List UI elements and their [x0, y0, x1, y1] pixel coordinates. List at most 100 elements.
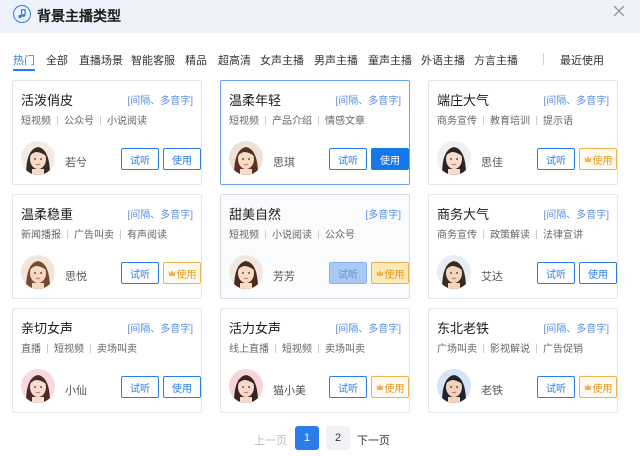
voice-actor-name: 艾达 — [481, 271, 503, 283]
avatar — [229, 369, 263, 403]
use-button[interactable]: 使用 — [163, 262, 201, 284]
pagination: 上一页 1 2 下一页 — [0, 426, 640, 450]
vip-crown-icon — [376, 383, 384, 391]
voice-card[interactable]: 温柔稳重 [间隔、多音字] 新闻播报 广告叫卖 有声阅读 思悦 试听 使用 — [12, 194, 202, 299]
use-case-tags: 短视频 产品介绍 情感文章 — [229, 112, 365, 127]
preview-button[interactable]: 试听 — [329, 148, 367, 170]
tag-separator — [120, 230, 121, 239]
preview-button[interactable]: 试听 — [537, 262, 575, 284]
voice-card[interactable]: 端庄大气 [间隔、多音字] 商务宣传 教育培训 提示语 思佳 试听 使用 — [428, 80, 618, 185]
tab-dialect-voice[interactable]: 方言主播 — [474, 52, 518, 68]
preview-button[interactable]: 试听 — [329, 376, 367, 398]
use-button-label: 使用 — [384, 383, 405, 395]
preview-button[interactable]: 试听 — [329, 262, 367, 284]
use-case-tag: 短视频 — [21, 116, 51, 127]
use-case-tag: 有声阅读 — [127, 230, 167, 241]
page-1-button[interactable]: 1 — [295, 426, 319, 450]
tab-hot[interactable]: 热门 — [13, 52, 35, 68]
use-case-tag: 直播 — [21, 344, 41, 355]
voice-actor-name: 思佳 — [481, 157, 503, 169]
use-button[interactable]: 使用 — [579, 148, 617, 170]
use-case-tags: 短视频 小说阅读 公众号 — [229, 226, 355, 241]
avatar — [437, 255, 471, 289]
voice-card[interactable]: 商务大气 [间隔、多音字] 商务宣传 政策解读 法律宣讲 艾达 试听 使用 — [428, 194, 618, 299]
tag-separator — [90, 344, 91, 353]
tab-recent[interactable]: 最近使用 — [560, 52, 604, 68]
use-button[interactable]: 使用 — [371, 262, 409, 284]
avatar — [21, 255, 55, 289]
prev-page-link[interactable]: 上一页 — [254, 432, 287, 448]
use-button[interactable]: 使用 — [371, 376, 409, 398]
tab-male-voice[interactable]: 男声主播 — [314, 52, 358, 68]
dialog-title: 背景主播类型 — [37, 8, 121, 24]
preview-button[interactable]: 试听 — [537, 148, 575, 170]
close-icon[interactable] — [610, 2, 628, 20]
use-button[interactable]: 使用 — [163, 376, 201, 398]
vip-crown-icon — [584, 383, 592, 391]
feature-note: [间隔、多音字] — [335, 96, 401, 107]
use-case-tag: 短视频 — [229, 116, 259, 127]
use-case-tag: 短视频 — [229, 230, 259, 241]
vip-crown-icon — [376, 269, 384, 277]
voice-card[interactable]: 温柔年轻 [间隔、多音字] 短视频 产品介绍 情感文章 思琪 试听 使用 — [220, 80, 410, 185]
tab-all[interactable]: 全部 — [46, 52, 68, 68]
voice-card[interactable]: 东北老铁 [间隔、多音字] 广场叫卖 影视解说 广告促销 老铁 试听 使用 — [428, 308, 618, 413]
tag-separator — [318, 116, 319, 125]
use-case-tag: 商务宣传 — [437, 230, 477, 241]
use-case-tag: 卖场叫卖 — [325, 344, 365, 355]
use-case-tag: 法律宣讲 — [543, 230, 583, 241]
page-2-button[interactable]: 2 — [326, 426, 350, 450]
use-case-tags: 新闻播报 广告叫卖 有声阅读 — [21, 226, 167, 241]
voice-actor-name: 猫小美 — [273, 385, 306, 397]
use-button-label: 使用 — [592, 155, 613, 167]
music-note-icon — [13, 5, 31, 23]
use-case-tag: 短视频 — [282, 344, 312, 355]
feature-note: [间隔、多音字] — [335, 324, 401, 335]
tab-female-voice[interactable]: 女声主播 — [260, 52, 304, 68]
voice-card[interactable]: 亲切女声 [间隔、多音字] 直播 短视频 卖场叫卖 小仙 试听 使用 — [12, 308, 202, 413]
tag-separator — [483, 230, 484, 239]
tag-separator — [67, 230, 68, 239]
use-button[interactable]: 使用 — [371, 148, 409, 170]
tab-smart-service[interactable]: 智能客服 — [131, 52, 175, 68]
avatar — [229, 141, 263, 175]
preview-button[interactable]: 试听 — [121, 376, 159, 398]
use-case-tags: 商务宣传 教育培训 提示语 — [437, 112, 573, 127]
voice-card[interactable]: 活力女声 [间隔、多音字] 线上直播 短视频 卖场叫卖猫小美 试听 使用 — [220, 308, 410, 413]
tag-separator — [265, 230, 266, 239]
voice-style-name: 活力女声 — [229, 321, 282, 336]
tab-premium[interactable]: 精品 — [185, 52, 207, 68]
voice-actor-name: 小仙 — [65, 385, 87, 397]
voice-actor-name: 若兮 — [65, 157, 87, 169]
use-case-tag: 小说阅读 — [107, 116, 147, 127]
use-button[interactable]: 使用 — [163, 148, 201, 170]
preview-button[interactable]: 试听 — [121, 262, 159, 284]
preview-button[interactable]: 试听 — [537, 376, 575, 398]
use-button[interactable]: 使用 — [579, 376, 617, 398]
use-button-label: 使用 — [176, 269, 197, 281]
use-case-tag: 线上直播 — [229, 344, 269, 355]
active-tab-indicator — [13, 69, 35, 71]
use-button[interactable]: 使用 — [579, 262, 617, 284]
use-case-tag: 广场叫卖 — [437, 344, 477, 355]
next-page-link[interactable]: 下一页 — [357, 432, 390, 448]
tab-ultra-hd[interactable]: 超高清 — [218, 52, 251, 68]
voice-style-name: 活泼俏皮 — [21, 93, 74, 108]
use-case-tag: 情感文章 — [325, 116, 365, 127]
avatar — [21, 369, 55, 403]
voice-style-name: 亲切女声 — [21, 321, 74, 336]
tag-separator — [536, 230, 537, 239]
voice-actor-name: 思琪 — [273, 157, 295, 169]
use-case-tag: 卖场叫卖 — [97, 344, 137, 355]
use-case-tags: 直播 短视频 卖场叫卖 — [21, 340, 137, 355]
category-tabs: 热门 全部 直播场景 智能客服 精品 超高清 女声主播 男声主播 童声主播 外语… — [0, 44, 640, 72]
tab-live-scene[interactable]: 直播场景 — [79, 52, 123, 68]
tab-child-voice[interactable]: 童声主播 — [368, 52, 412, 68]
voice-card[interactable]: 活泼俏皮 [间隔、多音字] 短视频 公众号 小说阅读 若兮 试听 使用 — [12, 80, 202, 185]
use-case-tag: 影视解说 — [490, 344, 530, 355]
feature-note: [间隔、多音字] — [127, 96, 193, 107]
tab-foreign-voice[interactable]: 外语主播 — [421, 52, 465, 68]
preview-button[interactable]: 试听 — [121, 148, 159, 170]
voice-card[interactable]: 甜美自然 [多音字] 短视频 小说阅读 公众号 芳芳 试听 使用 — [220, 194, 410, 299]
use-case-tags: 商务宣传 政策解读 法律宣讲 — [437, 226, 583, 241]
